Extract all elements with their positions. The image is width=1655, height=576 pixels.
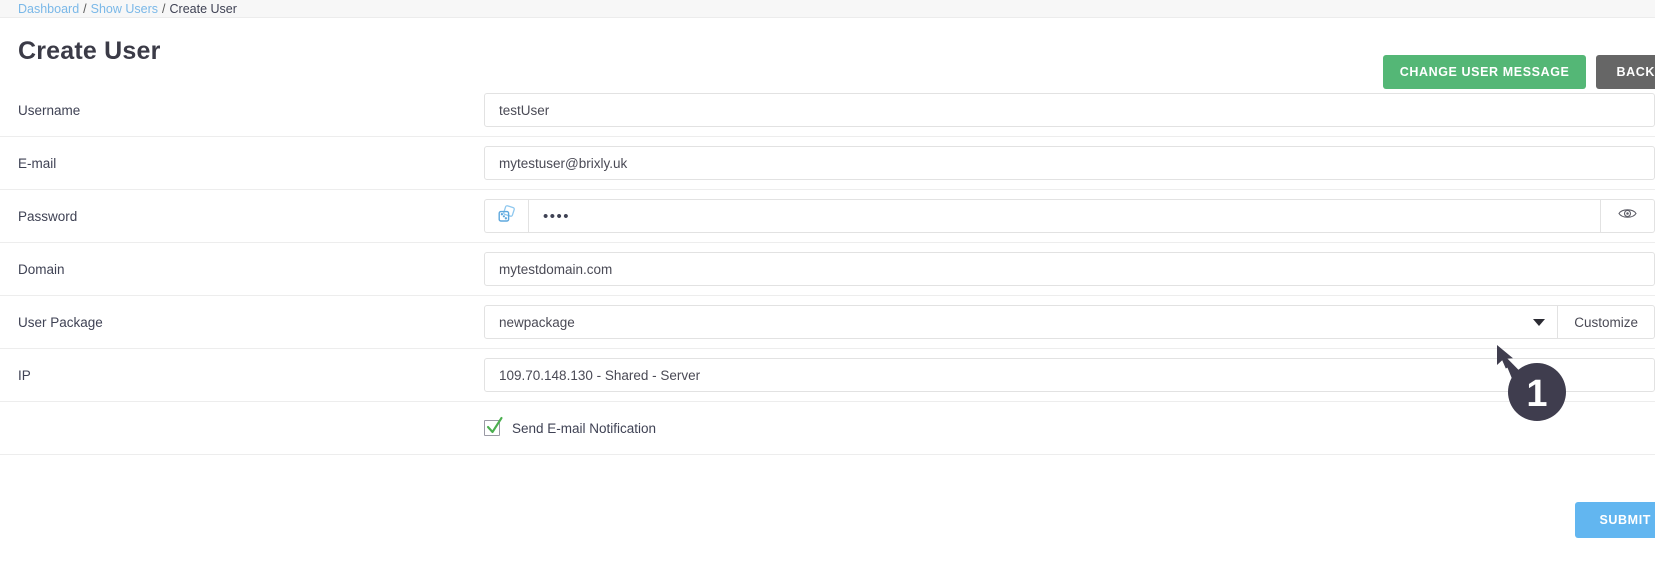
form-row-user-package: User Package newpackage Customize: [0, 296, 1655, 349]
breadcrumb-item-create-user: Create User: [169, 1, 237, 16]
email-label: E-mail: [18, 155, 57, 171]
domain-control: mytestdomain.com: [484, 252, 1655, 286]
toggle-password-visibility-button[interactable]: [1601, 199, 1655, 233]
user-package-control: newpackage Customize: [484, 305, 1655, 339]
page-header: Create User CHANGE USER MESSAGE BACK: [0, 18, 1655, 89]
password-masked-value: ••••: [543, 207, 571, 225]
user-package-selected-value: newpackage: [499, 314, 575, 330]
form-row-ip: IP 109.70.148.130 - Shared - Server: [0, 349, 1655, 402]
username-control: testUser: [484, 93, 1655, 127]
submit-button[interactable]: SUBMIT: [1575, 502, 1655, 538]
password-field[interactable]: ••••: [528, 199, 1601, 233]
ip-control: 109.70.148.130 - Shared - Server: [484, 358, 1655, 392]
form-row-email: E-mail mytestuser@brixly.uk: [0, 137, 1655, 190]
form-row-domain: Domain mytestdomain.com: [0, 243, 1655, 296]
form-row-username: Username testUser: [0, 84, 1655, 137]
password-label: Password: [18, 208, 78, 224]
breadcrumb-item-show-users[interactable]: Show Users: [91, 2, 158, 16]
customize-button[interactable]: Customize: [1558, 305, 1655, 339]
dice-icon: [497, 204, 517, 228]
user-package-label: User Package: [18, 314, 103, 330]
ip-input[interactable]: 109.70.148.130 - Shared - Server: [484, 358, 1655, 392]
send-email-notification-checkbox[interactable]: [484, 416, 503, 436]
username-label: Username: [18, 102, 81, 118]
check-icon: [486, 416, 503, 434]
password-control: ••••: [484, 199, 1655, 233]
send-email-notification-label: Send E-mail Notification: [512, 420, 657, 436]
form-row-send-email-notification: Send E-mail Notification: [0, 402, 1655, 455]
generate-password-button[interactable]: [484, 199, 528, 233]
breadcrumb: Dashboard / Show Users / Create User: [0, 0, 1655, 18]
chevron-down-icon: [1533, 319, 1546, 326]
form-row-password: Password ••••: [0, 190, 1655, 243]
breadcrumb-separator: /: [83, 1, 87, 16]
breadcrumb-item-dashboard[interactable]: Dashboard: [18, 2, 79, 16]
email-input[interactable]: mytestuser@brixly.uk: [484, 146, 1655, 180]
domain-input[interactable]: mytestdomain.com: [484, 252, 1655, 286]
create-user-page: Dashboard / Show Users / Create User Cre…: [0, 0, 1655, 576]
breadcrumb-separator: /: [162, 1, 166, 16]
user-package-select[interactable]: newpackage: [484, 305, 1559, 339]
page-title: Create User: [18, 36, 161, 65]
create-user-form: Username testUser E-mail mytestuser@brix…: [0, 84, 1655, 455]
password-input-group: ••••: [484, 199, 1655, 233]
domain-label: Domain: [18, 261, 65, 277]
ip-label: IP: [18, 367, 31, 383]
email-control: mytestuser@brixly.uk: [484, 146, 1655, 180]
eye-icon: [1618, 207, 1637, 225]
mouse-cursor-icon: [1497, 345, 1513, 369]
username-input[interactable]: testUser: [484, 93, 1655, 127]
form-footer: SUBMIT: [0, 502, 1655, 538]
